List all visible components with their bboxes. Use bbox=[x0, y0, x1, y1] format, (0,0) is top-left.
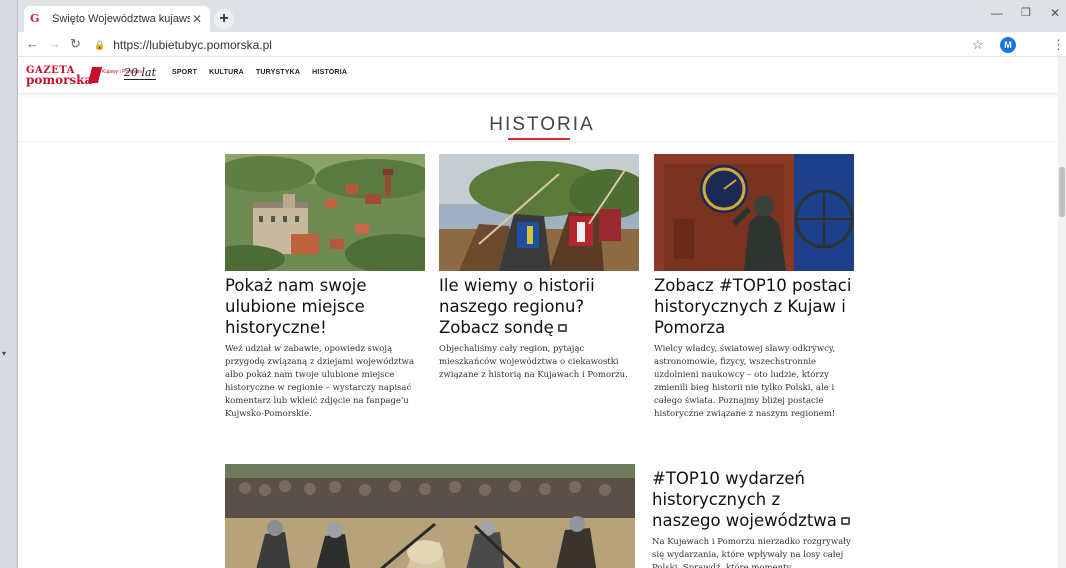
forward-icon[interactable]: → bbox=[48, 36, 61, 51]
article-card[interactable]: Zobacz #TOP10 postaci historycznych z Ku… bbox=[654, 154, 854, 421]
nav-historia[interactable]: HISTORIA bbox=[312, 69, 347, 76]
gallery-icon bbox=[840, 516, 850, 525]
gallery-icon bbox=[557, 323, 567, 332]
article-excerpt: Weź udział w zabawie, opowiedz swoją prz… bbox=[225, 344, 415, 419]
article-card[interactable]: #TOP10 wydarzeń historycznych z naszego … bbox=[652, 468, 852, 568]
menu-dots-icon[interactable]: ⋮ bbox=[1052, 37, 1065, 53]
article-card[interactable]: Pokaż nam swoje ulubione miejsce history… bbox=[225, 154, 425, 421]
url-text: https://lubietubyc.pomorska.pl bbox=[113, 38, 272, 52]
nav-sport[interactable]: SPORT bbox=[172, 69, 197, 76]
section-divider bbox=[18, 141, 1066, 142]
article-title[interactable]: #TOP10 wydarzeń historycznych z naszego … bbox=[652, 468, 852, 531]
scrollbar-thumb[interactable] bbox=[1059, 167, 1065, 217]
article-excerpt: Na Kujawach i Pomorzu nierzadko rozgrywa… bbox=[652, 537, 851, 568]
reload-icon[interactable]: ↻ bbox=[70, 36, 81, 52]
site-logo[interactable]: GAZETA pomorska Kujawy i Pomorze 20 lat bbox=[26, 65, 156, 87]
article-image-copernicus[interactable] bbox=[654, 154, 854, 271]
nav-turystyka[interactable]: TURYSTYKA bbox=[256, 69, 300, 76]
tab-title: Święto Województwa kujawsko-p bbox=[52, 13, 190, 25]
address-bar[interactable]: 🔒 https://lubietubyc.pomorska.pl bbox=[94, 35, 954, 55]
back-icon[interactable]: ← bbox=[26, 36, 39, 51]
chevron-down-icon: ▾ bbox=[2, 349, 7, 358]
article-card[interactable]: Ile wiemy o historii naszego regionu? Zo… bbox=[439, 154, 639, 382]
profile-avatar[interactable]: M bbox=[1000, 37, 1016, 53]
restore-icon[interactable]: ❐ bbox=[1021, 6, 1031, 19]
logo-years-text: 20 lat bbox=[124, 66, 156, 80]
scrollbar[interactable] bbox=[1058, 57, 1066, 568]
new-tab-button[interactable]: + bbox=[214, 9, 234, 29]
article-image-castle[interactable] bbox=[225, 154, 425, 271]
logo-bottom-text: pomorska bbox=[26, 73, 93, 87]
desktop-side-strip: ▾ bbox=[0, 0, 18, 568]
minimize-icon[interactable]: — bbox=[991, 6, 1003, 20]
article-image-knights[interactable] bbox=[439, 154, 639, 271]
article-excerpt: Objechaliśmy cały region, pytając mieszk… bbox=[439, 344, 628, 380]
article-excerpt: Wielcy władcy, światowej sławy odkrywcy,… bbox=[654, 344, 836, 419]
close-window-icon[interactable]: ✕ bbox=[1050, 6, 1060, 20]
close-tab-icon[interactable]: ✕ bbox=[190, 12, 204, 26]
lock-icon: 🔒 bbox=[94, 39, 106, 50]
browser-tab[interactable]: G Święto Województwa kujawsko-p ✕ bbox=[24, 6, 210, 32]
favicon-icon: G bbox=[30, 12, 40, 25]
bookmark-star-icon[interactable]: ☆ bbox=[972, 37, 984, 53]
site-nav: SPORT KULTURA TURYSTYKA HISTORIA bbox=[172, 69, 347, 76]
browser-window: G Święto Województwa kujawsko-p ✕ + — ❐ … bbox=[18, 0, 1066, 568]
section-title: HISTORIA bbox=[489, 114, 595, 135]
article-title[interactable]: Pokaż nam swoje ulubione miejsce history… bbox=[225, 275, 425, 338]
nav-kultura[interactable]: KULTURA bbox=[209, 69, 244, 76]
logo-stripe bbox=[87, 67, 103, 83]
browser-toolbar: ← → ↻ 🔒 https://lubietubyc.pomorska.pl ☆… bbox=[18, 32, 1066, 57]
article-title[interactable]: Ile wiemy o historii naszego regionu? Zo… bbox=[439, 275, 639, 338]
article-title[interactable]: Zobacz #TOP10 postaci historycznych z Ku… bbox=[654, 275, 854, 338]
article-image-battle-reenactment[interactable] bbox=[225, 464, 635, 568]
tab-bar: G Święto Województwa kujawsko-p ✕ + — ❐ … bbox=[18, 0, 1066, 32]
site-header: GAZETA pomorska Kujawy i Pomorze 20 lat … bbox=[18, 57, 1066, 94]
title-underline bbox=[508, 138, 570, 140]
